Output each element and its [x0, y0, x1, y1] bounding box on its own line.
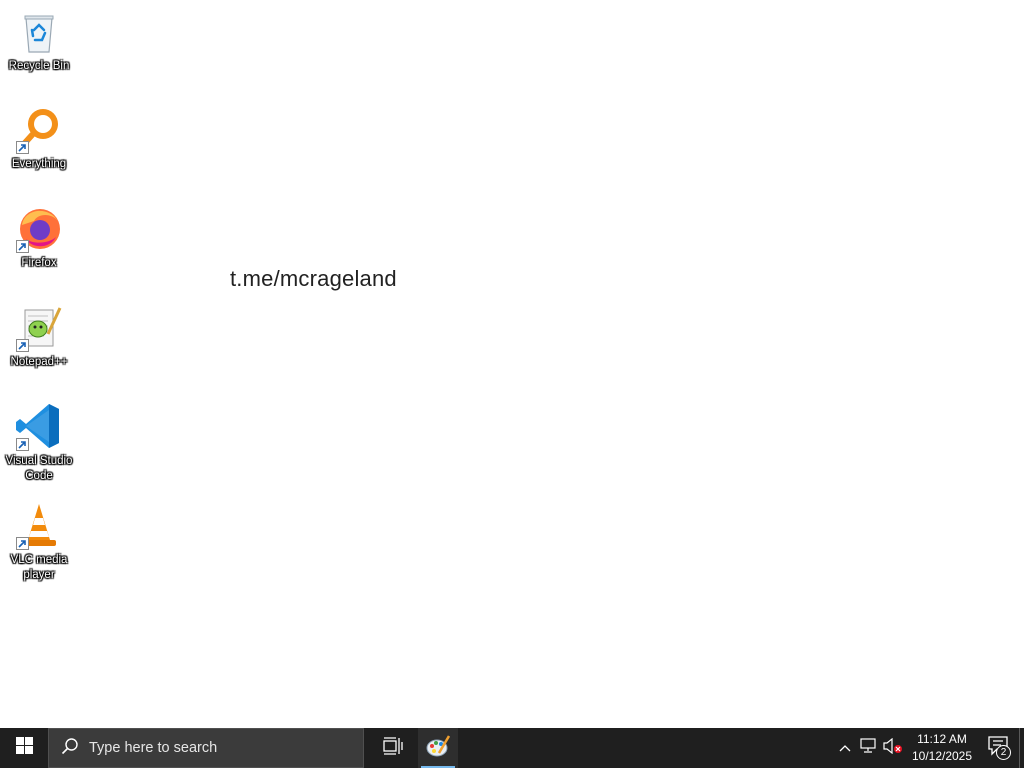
desktop-icon-label: Notepad++	[10, 356, 68, 368]
desktop-icon-notepad-plus-plus[interactable]: Notepad++	[4, 302, 74, 370]
desktop-icon-label: Visual Studio Code	[5, 455, 73, 482]
volume-muted-icon	[883, 737, 903, 759]
desktop-icon-label: Recycle Bin	[8, 60, 70, 72]
desktop: Recycle Bin Everything Firefox Notepad++…	[0, 0, 1024, 728]
desktop-icon-label: VLC media player	[10, 554, 68, 581]
volume-button[interactable]	[881, 728, 905, 768]
shortcut-arrow-icon	[16, 240, 29, 253]
notification-count-badge: 2	[996, 745, 1011, 760]
network-button[interactable]	[857, 728, 881, 768]
everything-search-icon	[14, 104, 64, 154]
windows-logo-icon	[15, 737, 33, 759]
desktop-icon-vscode[interactable]: Visual Studio Code	[4, 401, 74, 484]
network-icon	[860, 737, 878, 759]
paint-icon	[425, 733, 451, 764]
start-button[interactable]	[0, 728, 48, 768]
chevron-up-icon	[839, 739, 851, 757]
show-hidden-icons-button[interactable]	[833, 728, 857, 768]
show-desktop-button[interactable]	[1019, 728, 1024, 768]
desktop-icon-vlc[interactable]: VLC media player	[4, 500, 74, 583]
vscode-icon	[14, 401, 64, 451]
clock-date: 10/12/2025	[911, 749, 973, 763]
firefox-icon	[14, 203, 64, 253]
desktop-icon-label: Firefox	[21, 257, 57, 269]
recycle-bin-icon	[14, 6, 64, 56]
notepad-plus-plus-icon	[14, 302, 64, 352]
vlc-icon	[14, 500, 64, 550]
shortcut-arrow-icon	[16, 141, 29, 154]
taskbar-search-box[interactable]: Type here to search	[48, 728, 364, 768]
desktop-icon-label: Everything	[11, 158, 67, 170]
search-icon	[61, 737, 79, 760]
taskbar-clock[interactable]: 11:12 AM 10/12/2025	[905, 728, 979, 768]
action-center-button[interactable]: 2	[979, 728, 1019, 768]
task-view-button[interactable]	[368, 728, 418, 768]
task-view-icon	[383, 736, 403, 760]
desktop-icon-everything[interactable]: Everything	[4, 104, 74, 172]
desktop-icon-recycle-bin[interactable]: Recycle Bin	[4, 6, 74, 74]
system-tray: 11:12 AM 10/12/2025 2	[833, 728, 1024, 768]
taskbar-app-paint[interactable]	[418, 728, 458, 768]
taskbar: Type here to search 11:12 AM 10/12/2025 …	[0, 728, 1024, 768]
search-placeholder: Type here to search	[89, 740, 218, 756]
clock-time: 11:12 AM	[917, 732, 967, 746]
desktop-icon-firefox[interactable]: Firefox	[4, 203, 74, 271]
shortcut-arrow-icon	[16, 438, 29, 451]
wallpaper-text: t.me/mcrageland	[230, 266, 397, 291]
shortcut-arrow-icon	[16, 537, 29, 550]
shortcut-arrow-icon	[16, 339, 29, 352]
